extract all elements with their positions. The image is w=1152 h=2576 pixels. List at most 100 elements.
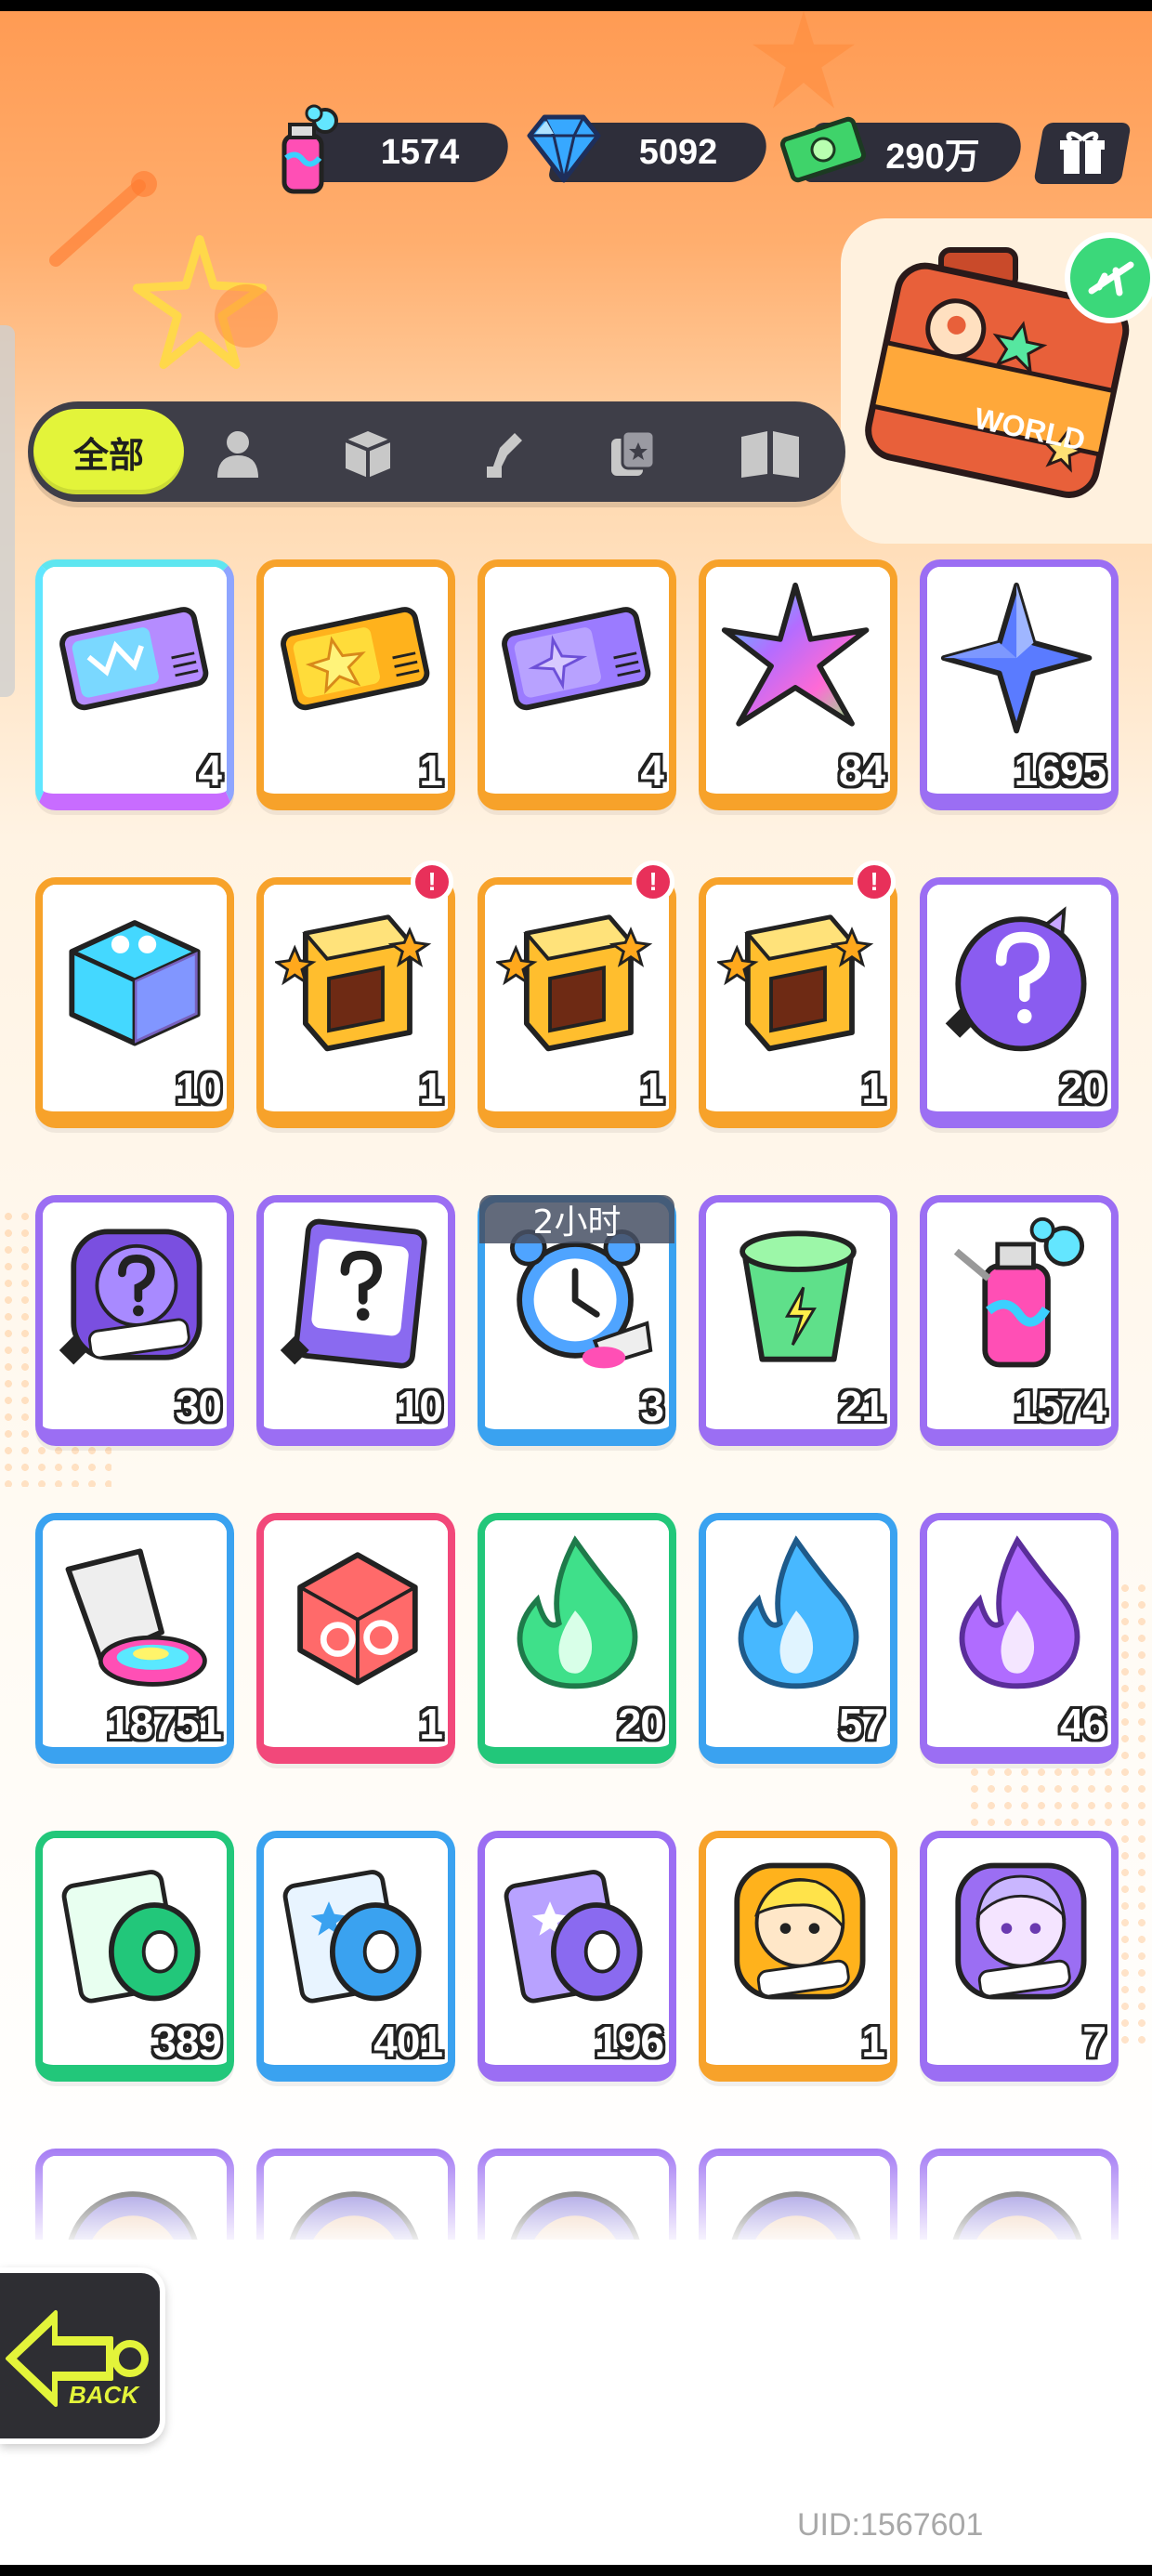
rainbow-crystal-icon — [721, 582, 870, 727]
green-flame-icon — [517, 1535, 638, 1689]
item-count: 21 — [838, 1382, 885, 1430]
inventory-item[interactable]: 1! — [699, 861, 897, 1128]
background-splat-icon — [49, 171, 157, 267]
deity-pack-icon — [275, 914, 432, 1052]
inventory-item[interactable]: 10 — [256, 1195, 455, 1446]
travel-mystery-card-icon — [280, 1218, 427, 1369]
inventory-item[interactable]: 57 — [699, 1513, 897, 1764]
spray-can-icon — [953, 1216, 1085, 1368]
item-count: 401 — [373, 2017, 443, 2066]
item-count: 1574 — [1014, 1382, 1106, 1430]
item-count: 20 — [1059, 1064, 1106, 1112]
inventory-item[interactable]: 1 — [699, 1831, 897, 2082]
item-count: 1 — [419, 1064, 443, 1112]
gold-ticket-icon — [281, 607, 430, 711]
green-drink-cup-icon — [740, 1230, 857, 1362]
inventory-item[interactable]: 46 — [920, 1513, 1119, 1764]
inventory-item[interactable]: 1574 — [920, 1195, 1119, 1446]
blue-flame-icon — [738, 1535, 859, 1689]
new-item-badge: ! — [411, 861, 453, 903]
item-count: 4 — [198, 746, 222, 795]
item-count: 46 — [1059, 1700, 1106, 1748]
user-id-label: UID:1567601 — [797, 2507, 984, 2543]
rainbow-ticket-icon — [59, 607, 209, 711]
purple-tape-cards-icon — [504, 1870, 643, 2004]
new-item-badge: ! — [632, 861, 674, 903]
book-icon[interactable] — [738, 426, 803, 481]
purple-ticket-icon — [502, 607, 651, 711]
item-count: 1 — [640, 1064, 664, 1112]
inventory-item[interactable]: 4 — [478, 559, 676, 810]
back-arrow-icon: BACK — [6, 2310, 149, 2409]
item-count: 10 — [175, 1064, 222, 1112]
item-count: 1 — [861, 1064, 885, 1112]
inventory-item[interactable]: 1! — [478, 861, 676, 1128]
new-item-badge: ! — [853, 861, 896, 903]
background-splat-icon — [215, 284, 278, 348]
background-star-icon — [753, 11, 855, 109]
red-go-dice-icon — [297, 1552, 418, 1686]
deity-pack-icon — [496, 914, 653, 1052]
inventory-item[interactable]: 1! — [256, 861, 455, 1128]
paint-tube-icon — [65, 1548, 207, 1687]
inventory-item[interactable]: 20 — [478, 1513, 676, 1764]
inventory-item[interactable]: 1 — [256, 1513, 455, 1764]
inventory-item[interactable]: 30 — [35, 1195, 234, 1446]
spray-can-icon[interactable] — [264, 104, 346, 197]
deity-pack-icon — [717, 914, 874, 1052]
deity-mystery-badge-icon — [59, 1229, 203, 1365]
inventory-item[interactable]: 196 — [478, 1831, 676, 2082]
item-count: 389 — [152, 2017, 222, 2066]
blue-tape-cards-icon — [282, 1870, 422, 2004]
back-label: BACK — [69, 2381, 140, 2409]
inventory-item[interactable]: 84 — [699, 559, 897, 810]
inventory-item[interactable]: 1 — [256, 559, 455, 810]
inventory-item[interactable]: 389 — [35, 1831, 234, 2082]
item-count: 84 — [838, 746, 885, 795]
mystery-egg-icon — [945, 906, 1087, 1052]
deity-purple-character-icon — [955, 1862, 1087, 2000]
inventory-item[interactable]: 7 — [920, 1831, 1119, 2082]
item-count: 7 — [1082, 2017, 1106, 2066]
item-count: 3 — [640, 1382, 664, 1430]
blue-crystal-icon — [940, 582, 1093, 734]
inventory-item[interactable]: 20 — [920, 877, 1119, 1128]
inventory-grid: 4 1 4 84 1695 10 1! 1! 1! 20 30 10 3 21 1574 18751 1 20 57… — [0, 548, 1152, 2240]
deity-gold-character-icon — [734, 1862, 866, 2000]
timer-label: 2小时 — [479, 1195, 674, 1243]
status-bar — [0, 0, 1152, 11]
purple-flame-icon — [959, 1535, 1080, 1689]
tool-icon[interactable] — [474, 426, 530, 481]
item-count: 10 — [396, 1382, 443, 1430]
tab-all-label: 全部 — [72, 434, 144, 476]
back-button[interactable]: BACK — [0, 2267, 165, 2444]
inventory-item[interactable]: 4 — [35, 559, 234, 810]
person-icon[interactable] — [210, 426, 266, 481]
diamond-icon[interactable] — [524, 112, 604, 186]
tab-all[interactable]: 全部 — [33, 409, 184, 494]
item-count: 196 — [595, 2017, 664, 2066]
item-count: 1 — [419, 1700, 443, 1748]
gift-button[interactable] — [1033, 123, 1132, 184]
box-icon[interactable] — [340, 426, 396, 481]
item-count: 30 — [175, 1382, 222, 1430]
item-count: 57 — [838, 1700, 885, 1748]
suitcase-icon: WORLD — [865, 232, 1152, 498]
item-count: 1 — [419, 746, 443, 795]
grid-fade — [0, 2137, 1152, 2249]
item-count: 20 — [617, 1700, 664, 1748]
item-count: 1 — [861, 2017, 885, 2066]
card-icon[interactable] — [606, 426, 661, 481]
world-travel-button[interactable]: WORLD — [841, 218, 1152, 544]
green-tape-cards-icon — [61, 1870, 201, 2004]
item-count: 4 — [640, 746, 664, 795]
navigation-bar — [0, 2565, 1152, 2576]
inventory-item[interactable]: 1695 — [920, 559, 1119, 810]
inventory-item[interactable]: 401 — [256, 1831, 455, 2082]
item-count: 1695 — [1014, 746, 1106, 795]
inventory-item[interactable]: 18751 — [35, 1513, 234, 1764]
cash-icon[interactable] — [777, 110, 870, 190]
inventory-item[interactable]: 21 — [699, 1195, 897, 1446]
inventory-item[interactable]: 10 — [35, 877, 234, 1128]
gift-icon — [1060, 131, 1105, 174]
